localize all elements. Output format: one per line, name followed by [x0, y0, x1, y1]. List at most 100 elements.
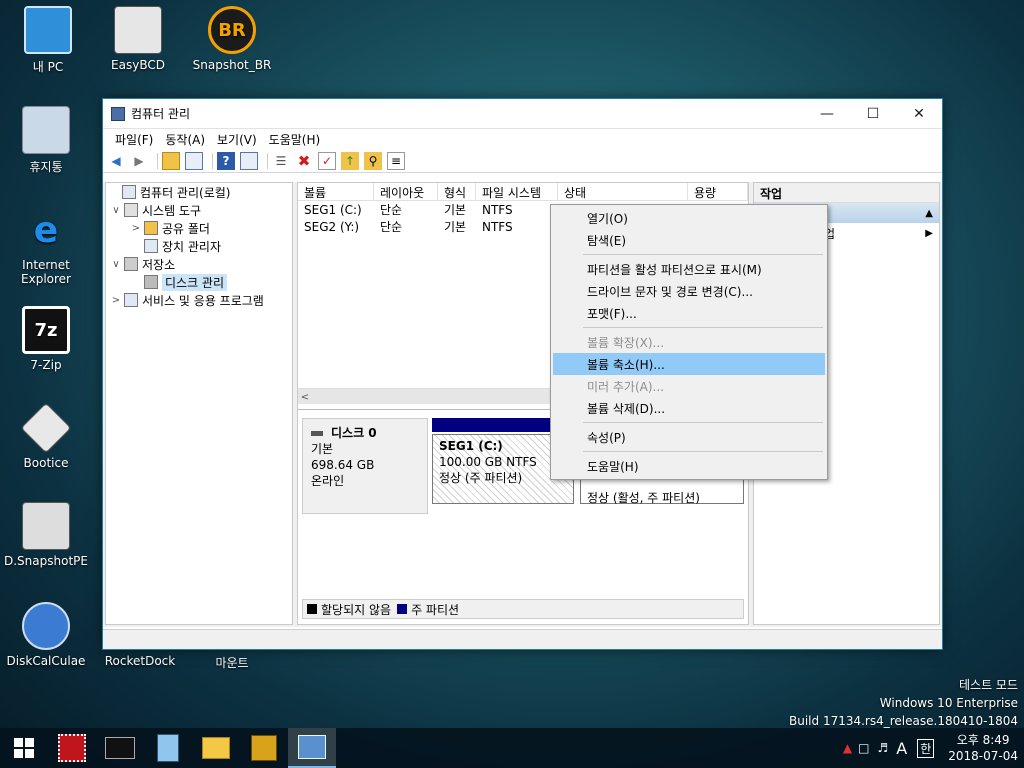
back-icon[interactable]: ◀	[107, 152, 125, 170]
taskbar-app-computer-management[interactable]	[288, 728, 336, 768]
column-header-type[interactable]: 형식	[438, 183, 476, 200]
menu-item-properties[interactable]: 속성(P)	[553, 426, 825, 448]
taskbar-app-explorer[interactable]	[192, 728, 240, 768]
notepad-icon	[157, 734, 179, 762]
desktop-icon-recycle-bin[interactable]: 휴지통	[0, 106, 94, 175]
column-header-volume[interactable]: 볼륨	[298, 183, 374, 200]
tree-item-storage[interactable]: ∨ 저장소	[106, 255, 292, 273]
title-bar[interactable]: 컴퓨터 관리 — ☐ ✕	[103, 99, 942, 129]
window-title: 컴퓨터 관리	[131, 107, 191, 121]
desktop-icon-7zip[interactable]: 7z 7-Zip	[0, 306, 94, 372]
up-folder-icon[interactable]	[162, 151, 180, 170]
tree-item-label: 공유 폴더	[162, 221, 210, 236]
menu-item-delete-volume[interactable]: 볼륨 삭제(D)...	[553, 397, 825, 419]
maximize-button[interactable]: ☐	[850, 99, 896, 129]
help-icon[interactable]: ?	[217, 151, 235, 170]
up-arrow-icon[interactable]: ↑	[341, 151, 359, 170]
tree-item-system-tools[interactable]: ∨ 시스템 도구	[106, 201, 292, 219]
menu-item-extend-volume: 볼륨 확장(X)...	[587, 335, 665, 350]
menu-item-open[interactable]: 열기(O)	[553, 207, 825, 229]
legend-swatch-primary	[397, 604, 408, 614]
legend-primary-partition: 주 파티션	[411, 602, 460, 617]
desktop-icon-this-pc[interactable]: 내 PC	[0, 6, 96, 75]
menu-item-help[interactable]: 도움말(H)	[553, 455, 825, 477]
actions-more-label: 업	[824, 226, 836, 241]
volume-file-system: NTFS	[482, 202, 513, 217]
submenu-arrow-icon: ▶	[925, 227, 933, 239]
recycle-bin-icon	[22, 106, 70, 154]
watermark-test-mode: 테스트 모드	[958, 678, 1018, 692]
menu-file[interactable]: 파일(F)	[109, 131, 159, 148]
file-explorer-icon	[202, 737, 230, 759]
menu-item-shrink-volume[interactable]: 볼륨 축소(H)...	[553, 353, 825, 375]
properties-check-icon[interactable]: ✓	[318, 151, 336, 170]
tree-item-device-manager[interactable]: 장치 관리자	[106, 237, 292, 255]
7zip-icon: 7z	[22, 306, 70, 354]
collapse-icon[interactable]: ▲	[925, 208, 933, 219]
command-prompt-icon	[105, 737, 135, 759]
menu-help[interactable]: 도움말(H)	[263, 131, 327, 148]
column-header-status[interactable]: 상태	[558, 183, 688, 200]
desktop-icon-label: DiskCalCulae	[6, 654, 86, 668]
taskbar-app-red[interactable]	[48, 728, 96, 768]
tree-expander[interactable]: >	[110, 295, 122, 306]
disk-info[interactable]: 디스크 0 기본 698.64 GB 온라인	[302, 418, 428, 514]
legend-swatch-unallocated	[307, 604, 317, 614]
network-icon[interactable]: □	[858, 741, 869, 755]
clock[interactable]: 오후 8:49 2018-07-04	[948, 732, 1018, 764]
column-header-layout[interactable]: 레이아웃	[374, 183, 438, 200]
taskbar-app-r[interactable]	[240, 728, 288, 768]
taskbar-app-notepad[interactable]	[144, 728, 192, 768]
desktop-icon-label: EasyBCD	[111, 58, 165, 72]
status-bar	[103, 629, 942, 649]
column-header-capacity[interactable]: 용량	[688, 183, 748, 200]
tree-expander[interactable]: >	[130, 223, 142, 234]
tree-item-label: 컴퓨터 관리(로컬)	[140, 185, 231, 200]
forward-icon[interactable]: ▶	[130, 152, 148, 170]
language-indicator[interactable]: 한	[917, 738, 935, 758]
r-app-icon	[251, 735, 277, 761]
desktop-icon-internet-explorer[interactable]: e Internet Explorer	[0, 206, 94, 287]
show-hide-tree-icon[interactable]	[185, 151, 203, 170]
volume-icon[interactable]: ♬	[877, 741, 888, 755]
partition-status: 정상 (활성, 주 파티션)	[587, 491, 700, 505]
tree-item-computer-management-local[interactable]: 컴퓨터 관리(로컬)	[106, 183, 292, 201]
taskbar-app-cmd[interactable]	[96, 728, 144, 768]
tree-item-shared-folders[interactable]: > 공유 폴더	[106, 219, 292, 237]
desktop-icon-bootice[interactable]: Bootice	[0, 402, 94, 470]
search-icon[interactable]: ⚲	[364, 151, 382, 170]
ime-mode[interactable]: A	[896, 739, 907, 758]
tree-item-services-applications[interactable]: > 서비스 및 응용 프로그램	[106, 291, 292, 309]
tree-expander[interactable]: ∨	[110, 205, 122, 216]
tree-item-label: 장치 관리자	[162, 239, 222, 254]
partition-status: 정상 (주 파티션)	[439, 471, 523, 485]
tree-item-disk-management[interactable]: 디스크 관리	[106, 273, 292, 291]
volume-layout: 단순	[380, 203, 403, 217]
menu-item-mark-active[interactable]: 파티션을 활성 파티션으로 표시(M)	[553, 258, 825, 280]
desktop-icon-diskcalculae[interactable]: DiskCalCulae	[0, 602, 94, 668]
menu-item-change-drive-letter[interactable]: 드라이브 문자 및 경로 변경(C)...	[553, 280, 825, 302]
menu-item-explore[interactable]: 탐색(E)	[553, 229, 825, 251]
toolbar-divider	[157, 152, 158, 169]
desktop-icon-easybcd[interactable]: EasyBCD	[90, 6, 186, 72]
show-action-pane-icon[interactable]	[240, 151, 258, 170]
desktop-icon-label: RocketDock	[104, 654, 176, 668]
close-button[interactable]: ✕	[896, 99, 942, 129]
list-view-icon[interactable]: ≡	[387, 151, 405, 170]
scroll-left-icon[interactable]: <	[298, 392, 312, 403]
desktop-icon-label: Bootice	[23, 456, 69, 470]
menu-item-format[interactable]: 포맷(F)...	[553, 302, 825, 324]
column-header-file-system[interactable]: 파일 시스템	[476, 183, 558, 200]
network-warning-icon[interactable]: ▲	[843, 741, 852, 755]
menu-action[interactable]: 동작(A)	[159, 131, 211, 148]
tree-expander[interactable]: ∨	[110, 259, 122, 270]
minimize-button[interactable]: —	[804, 99, 850, 129]
snapshot-br-icon: BR	[208, 6, 256, 54]
volume-list-header: 볼륨 레이아웃 형식 파일 시스템 상태 용량	[298, 183, 748, 201]
delete-icon[interactable]: ✖	[295, 152, 313, 170]
desktop-icon-snapshot-br[interactable]: BR Snapshot_BR	[184, 6, 280, 72]
connect-icon[interactable]: ☰	[272, 152, 290, 170]
desktop-icon-dsnapshotpe[interactable]: D.SnapshotPE	[0, 502, 94, 568]
start-button[interactable]	[0, 728, 48, 768]
menu-view[interactable]: 보기(V)	[211, 131, 263, 148]
